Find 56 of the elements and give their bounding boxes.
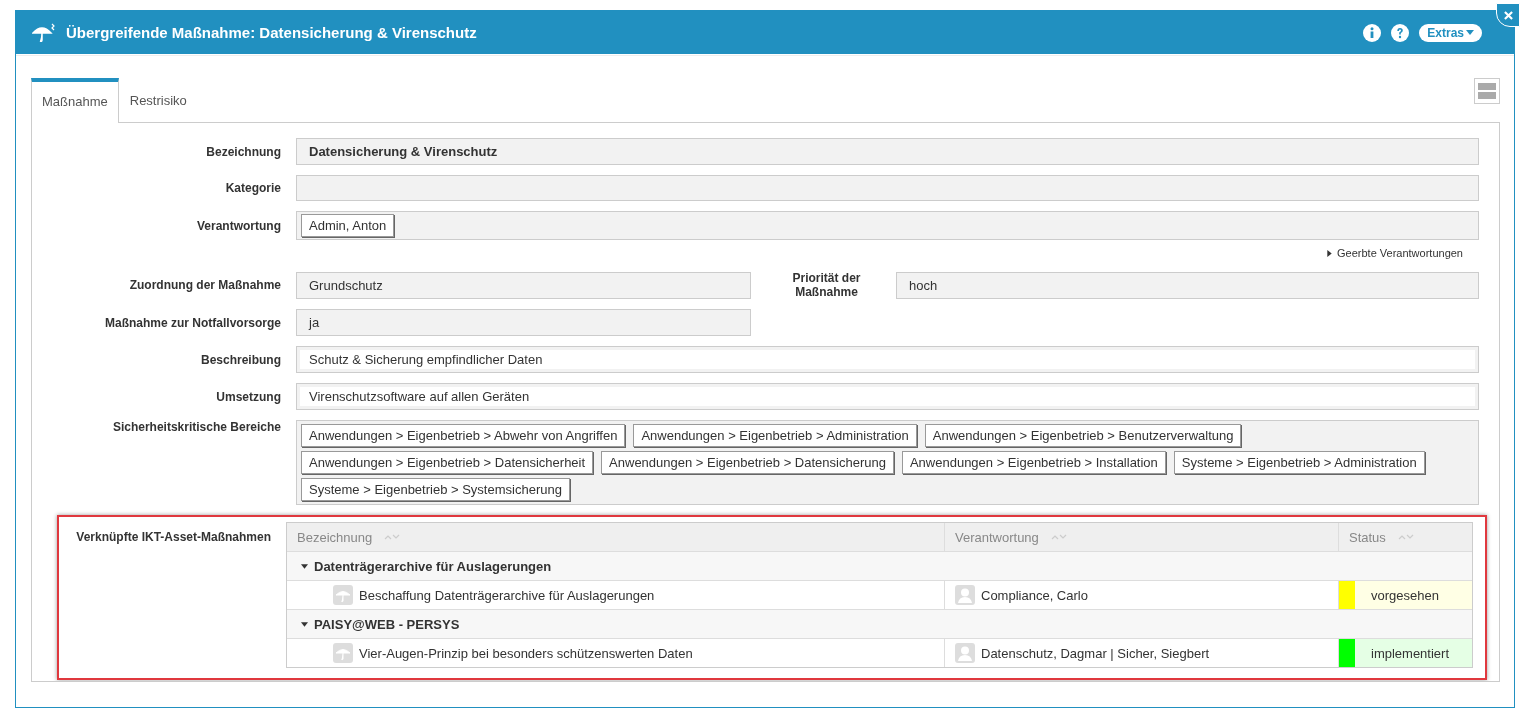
responsibility-field[interactable]: Admin, Anton	[296, 211, 1479, 240]
field-label: Sicherheitskritische Bereiche	[111, 420, 282, 434]
emergency-field[interactable]: ja	[296, 309, 751, 336]
status-text: vorgesehen	[1371, 587, 1439, 603]
table-cell: Vier-Augen-Prinzip bei besonders schützenswerten Daten	[359, 645, 693, 661]
group-row[interactable]: Datenträgerarchive für Auslagerungen	[287, 552, 1472, 580]
person-tag[interactable]: Admin, Anton	[301, 214, 395, 237]
table-cell: Beschaffung Datenträgerarchive für Auslagerungen	[359, 587, 655, 603]
field-label: Bezeichnung	[205, 144, 282, 159]
table-cell: Datenschutz, Dagmar | Sicher, Siegbert	[981, 645, 1210, 661]
field-label: Beschreibung	[200, 352, 282, 367]
field-label: Kategorie	[224, 181, 282, 195]
area-tag[interactable]: Systeme > Eigenbetrieb > Administration	[1173, 451, 1425, 474]
field-label: Umsetzung	[215, 389, 282, 404]
caret-down-icon	[301, 562, 308, 570]
group-row[interactable]: PAISY@WEB - PERSYS	[287, 610, 1472, 638]
implementation-field[interactable]: Virenschutzsoftware auf allen Geräten	[296, 383, 1479, 410]
name-field[interactable]: Datensicherung & Virenschutz	[296, 138, 1479, 165]
user-avatar-icon	[955, 643, 975, 663]
extras-button[interactable]: Extras	[1419, 23, 1482, 42]
info-icon[interactable]	[1363, 23, 1382, 42]
description-field[interactable]: Schutz & Sicherung empfindlicher Daten	[296, 346, 1479, 373]
area-tag[interactable]: Anwendungen > Eigenbetrieb > Datensicherung	[601, 451, 894, 474]
sort-icon	[1050, 534, 1067, 540]
tab[interactable]: Restrisiko	[118, 78, 198, 122]
area-tag[interactable]: Anwendungen > Eigenbetrieb > Benutzerverwaltung	[924, 424, 1242, 447]
umbrella-icon	[333, 585, 353, 605]
close-button[interactable]	[1496, 3, 1520, 27]
caret-right-icon	[1326, 249, 1333, 257]
field-label: Priorität der Maßnahme	[791, 271, 862, 299]
table-cell: Compliance, Carlo	[981, 587, 1088, 603]
area-tag[interactable]: Anwendungen > Eigenbetrieb > Datensicherheit	[301, 451, 594, 474]
field-label: Zuordnung der Maßnahme	[128, 278, 282, 292]
umbrella-icon	[333, 643, 353, 663]
window-title: Übergreifende Maßnahme: Datensicherung & Virenschutz	[66, 24, 477, 41]
sort-icon	[1397, 534, 1414, 540]
assignment-field[interactable]: Grundschutz	[296, 271, 751, 299]
area-tag[interactable]: Anwendungen > Eigenbetrieb > Installation	[901, 451, 1166, 474]
area-tag[interactable]: Anwendungen > Eigenbetrieb > Abwehr von Angriffen	[301, 424, 626, 447]
field-label: Maßnahme zur Notfallvorsorge	[103, 315, 282, 330]
layout-toggle-icon[interactable]	[1474, 78, 1500, 104]
help-icon[interactable]	[1391, 23, 1410, 42]
close-icon	[1503, 10, 1513, 20]
field-label: Verantwortung	[196, 218, 282, 233]
caret-icon	[1466, 30, 1474, 35]
user-avatar-icon	[955, 585, 975, 605]
tab[interactable]: Maßnahme	[31, 78, 119, 123]
area-tag[interactable]: Systeme > Eigenbetrieb > Systemsicherung	[301, 478, 570, 501]
caret-down-icon	[301, 620, 308, 628]
section-label: Verknüpfte IKT-Asset-Maßnahmen	[75, 529, 272, 544]
priority-field[interactable]: hoch	[896, 271, 1479, 299]
inherited-responsibilities-link[interactable]: Geerbte Verantwortungen	[1326, 247, 1463, 259]
sort-icon	[384, 534, 401, 540]
area-tag[interactable]: Anwendungen > Eigenbetrieb > Administration	[633, 424, 917, 447]
status-text: implementiert	[1371, 645, 1450, 661]
umbrella-icon	[32, 22, 56, 43]
